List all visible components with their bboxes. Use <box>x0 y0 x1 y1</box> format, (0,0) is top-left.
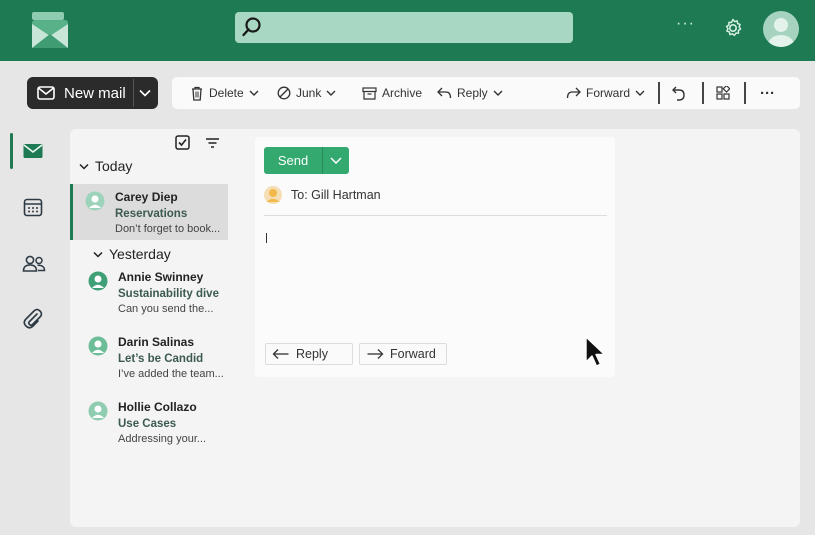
forward-icon <box>367 349 384 359</box>
list-item[interactable]: Darin Salinas Let’s be Candid I’ve added… <box>70 329 228 385</box>
recipient-avatar-icon <box>264 186 282 209</box>
trash-icon <box>192 86 202 101</box>
sender-name: Annie Swinney <box>118 270 204 284</box>
filter-icon[interactable] <box>205 136 220 154</box>
reply-icon <box>272 349 289 359</box>
chevron-down-icon <box>493 90 503 96</box>
mail-subject: Use Cases <box>118 418 177 430</box>
list-item[interactable]: Carey Diep Reservations Don’t forget to … <box>70 184 228 240</box>
chevron-down-icon <box>139 89 151 97</box>
mail-preview: Addressing your... <box>118 433 207 445</box>
chevron-down-icon <box>79 163 89 170</box>
undo-icon <box>672 86 685 101</box>
new-mail-label: New mail <box>64 84 126 102</box>
toolbar-divider <box>744 82 746 104</box>
recipient-text: To: Gill Hartman <box>291 188 381 202</box>
sender-name: Hollie Collazo <box>118 400 197 414</box>
list-item[interactable]: Hollie Collazo Use Cases Addressing your… <box>70 394 228 450</box>
command-toolbar: Delete Junk Archive Reply Forward ··· <box>172 77 800 109</box>
search-icon <box>242 17 261 37</box>
forward-label: Forward <box>390 347 436 361</box>
avatar-icon <box>88 271 108 291</box>
mail-preview: Can you send the... <box>118 303 214 315</box>
mail-subject: Sustainability dive <box>118 288 219 300</box>
calendar-icon[interactable] <box>22 196 44 218</box>
avatar-icon <box>88 336 108 356</box>
select-all-icon[interactable] <box>175 135 190 155</box>
undo-button[interactable] <box>672 77 686 109</box>
envelope-icon <box>37 86 55 100</box>
forward-button[interactable]: Forward <box>566 77 645 109</box>
sender-name: Carey Diep <box>115 190 178 204</box>
reply-label: Reply <box>457 86 488 100</box>
junk-label: Junk <box>296 86 322 100</box>
new-mail-dropdown-button[interactable] <box>133 79 156 107</box>
list-item[interactable]: Annie Swinney Sustainability dive Can yo… <box>70 264 228 320</box>
send-button[interactable]: Send <box>264 147 322 174</box>
mail-subject: Let’s be Candid <box>118 353 204 365</box>
reply-button[interactable]: Reply <box>437 77 503 109</box>
chevron-down-icon <box>249 90 259 96</box>
text-caret[interactable] <box>266 233 267 243</box>
reply-icon <box>437 87 452 99</box>
send-options-button[interactable] <box>322 147 349 174</box>
attachment-icon[interactable] <box>22 308 44 330</box>
people-icon[interactable] <box>22 252 46 274</box>
gear-icon[interactable] <box>722 17 744 44</box>
group-header-today[interactable]: Today <box>79 158 132 174</box>
more-options-button[interactable]: ··· <box>760 77 775 109</box>
send-button-group: Send <box>264 147 349 174</box>
group-header-yesterday[interactable]: Yesterday <box>93 246 171 262</box>
sender-name: Darin Salinas <box>118 335 195 349</box>
toolbar-divider <box>658 82 660 104</box>
chevron-down-icon <box>93 251 103 258</box>
mail-logo-icon[interactable] <box>30 10 68 48</box>
top-bar: ··· <box>0 0 815 61</box>
avatar-icon <box>88 401 108 421</box>
apps-button[interactable] <box>716 77 730 109</box>
archive-label: Archive <box>382 86 423 100</box>
forward-button[interactable]: Forward <box>359 343 447 365</box>
recipient-field[interactable]: To: Gill Hartman <box>264 185 607 216</box>
archive-button[interactable]: Archive <box>362 77 422 109</box>
reply-button[interactable]: Reply <box>265 343 353 365</box>
more-options-icon[interactable]: ··· <box>676 15 695 33</box>
group-label: Today <box>95 158 133 174</box>
mail-preview: Don’t forget to book... <box>115 223 221 235</box>
delete-button[interactable]: Delete <box>190 77 259 109</box>
search-input[interactable] <box>235 12 573 43</box>
mail-subject: Reservations <box>115 208 188 220</box>
chevron-down-icon <box>330 157 342 164</box>
rail-active-indicator <box>10 133 13 169</box>
chevron-down-icon <box>635 90 645 96</box>
toolbar-divider <box>702 82 704 104</box>
user-avatar-icon[interactable] <box>763 11 799 47</box>
block-icon <box>277 86 291 100</box>
new-mail-button[interactable]: New mail <box>27 77 131 109</box>
delete-label: Delete <box>209 86 244 100</box>
reply-label: Reply <box>296 347 328 361</box>
group-label: Yesterday <box>109 246 171 262</box>
mail-icon[interactable] <box>22 140 44 162</box>
mail-preview: I’ve added the team... <box>118 368 224 380</box>
archive-icon <box>362 86 377 100</box>
forward-icon <box>566 87 581 99</box>
apps-icon <box>716 86 730 100</box>
avatar-icon <box>85 191 105 211</box>
chevron-down-icon <box>326 90 336 96</box>
junk-button[interactable]: Junk <box>277 77 336 109</box>
forward-label: Forward <box>586 86 631 100</box>
mouse-cursor-icon <box>584 336 610 375</box>
new-mail-button-group: New mail <box>27 77 158 109</box>
